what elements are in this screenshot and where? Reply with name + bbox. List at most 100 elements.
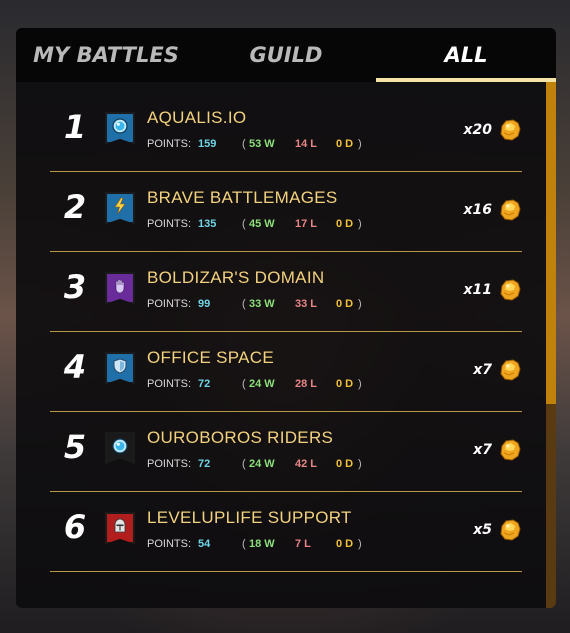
close-paren: ) bbox=[358, 538, 362, 550]
close-paren: ) bbox=[358, 298, 362, 310]
guild-row[interactable]: 4 OFFICE SPACE POINTS: 72 ( 24 W 28 L 0 … bbox=[50, 332, 522, 412]
points-label: POINTS: bbox=[147, 298, 192, 310]
guild-row[interactable]: 3 BOLDIZAR'S DOMAIN POINTS: 99 ( 33 W 33… bbox=[50, 252, 522, 332]
lightning-icon bbox=[113, 197, 127, 214]
points-label: POINTS: bbox=[147, 538, 192, 550]
reward-multiplier: x7 bbox=[473, 442, 492, 458]
wins-count: 45 W bbox=[249, 218, 275, 230]
guild-row[interactable]: 5 OUROBOROS RIDERS POINTS: 72 ( 24 W 42 … bbox=[50, 412, 522, 492]
draws-count: 0 D bbox=[336, 218, 354, 230]
guild-banner bbox=[105, 512, 135, 544]
rank-number: 1 bbox=[63, 108, 87, 146]
open-paren: ( bbox=[242, 218, 246, 230]
scroll-thumb[interactable] bbox=[546, 82, 556, 404]
losses-count: 28 L bbox=[295, 378, 318, 390]
guild-stats: POINTS: 159 ( 53 W 14 L 0 D ) bbox=[147, 138, 407, 154]
wins-count: 18 W bbox=[249, 538, 275, 550]
gold-nugget-icon bbox=[498, 518, 522, 542]
guild-banner bbox=[105, 112, 135, 144]
open-paren: ( bbox=[242, 138, 246, 150]
shield-icon bbox=[112, 358, 128, 374]
scrollbar[interactable] bbox=[546, 82, 556, 608]
points-label: POINTS: bbox=[147, 458, 192, 470]
gold-nugget-icon bbox=[498, 358, 522, 382]
guild-stats: POINTS: 99 ( 33 W 33 L 0 D ) bbox=[147, 298, 407, 314]
guild-name[interactable]: AQUALIS.IO bbox=[147, 108, 246, 128]
guild-stats: POINTS: 72 ( 24 W 42 L 0 D ) bbox=[147, 458, 407, 474]
draws-count: 0 D bbox=[336, 298, 354, 310]
rank-number: 6 bbox=[63, 508, 87, 546]
guild-banner bbox=[105, 192, 135, 224]
points-value: 135 bbox=[198, 218, 217, 230]
points-value: 72 bbox=[198, 378, 211, 390]
guild-name[interactable]: BOLDIZAR'S DOMAIN bbox=[147, 268, 324, 288]
wins-count: 24 W bbox=[249, 378, 275, 390]
losses-count: 17 L bbox=[295, 218, 318, 230]
tab-my-battles[interactable]: MY BATTLES bbox=[16, 28, 196, 82]
draws-count: 0 D bbox=[336, 138, 354, 150]
gold-nugget-icon bbox=[498, 438, 522, 462]
rank-number: 5 bbox=[63, 428, 87, 466]
gold-nugget-icon bbox=[498, 198, 522, 222]
open-paren: ( bbox=[242, 538, 246, 550]
open-paren: ( bbox=[242, 298, 246, 310]
guild-name[interactable]: BRAVE BATTLEMAGES bbox=[147, 188, 338, 208]
knight-helmet-icon bbox=[113, 518, 127, 534]
close-paren: ) bbox=[358, 458, 362, 470]
guild-leaderboard-list: 1 AQUALIS.IO POINTS: 159 ( 53 W 14 L 0 D… bbox=[16, 82, 556, 608]
rank-number: 2 bbox=[63, 188, 87, 226]
wins-count: 33 W bbox=[249, 298, 275, 310]
hand-icon bbox=[113, 278, 127, 294]
guild-name[interactable]: OFFICE SPACE bbox=[147, 348, 274, 368]
losses-count: 33 L bbox=[295, 298, 318, 310]
close-paren: ) bbox=[358, 218, 362, 230]
guild-banner bbox=[105, 432, 135, 464]
rank-number: 4 bbox=[63, 348, 87, 386]
points-label: POINTS: bbox=[147, 218, 192, 230]
row-divider bbox=[50, 571, 522, 572]
tab-all[interactable]: ALL bbox=[376, 28, 556, 82]
guild-name[interactable]: OUROBOROS RIDERS bbox=[147, 428, 333, 448]
wins-count: 53 W bbox=[249, 138, 275, 150]
guild-name[interactable]: LEVELUPLIFE SUPPORT bbox=[147, 508, 352, 528]
reward-multiplier: x16 bbox=[463, 202, 492, 218]
points-value: 159 bbox=[198, 138, 217, 150]
draws-count: 0 D bbox=[336, 538, 354, 550]
points-value: 99 bbox=[198, 298, 211, 310]
rank-number: 3 bbox=[63, 268, 87, 306]
guild-row[interactable]: 2 BRAVE BATTLEMAGES POINTS: 135 ( 45 W 1… bbox=[50, 172, 522, 252]
gold-nugget-icon bbox=[498, 278, 522, 302]
draws-count: 0 D bbox=[336, 378, 354, 390]
reward-multiplier: x5 bbox=[473, 522, 492, 538]
guild-stats: POINTS: 54 ( 18 W 7 L 0 D ) bbox=[147, 538, 407, 554]
orb-icon bbox=[112, 118, 128, 134]
reward-multiplier: x11 bbox=[463, 282, 492, 298]
points-label: POINTS: bbox=[147, 138, 192, 150]
close-paren: ) bbox=[358, 138, 362, 150]
reward-multiplier: x20 bbox=[463, 122, 492, 138]
points-value: 54 bbox=[198, 538, 211, 550]
guild-stats: POINTS: 135 ( 45 W 17 L 0 D ) bbox=[147, 218, 407, 234]
guild-banner bbox=[105, 272, 135, 304]
leaderboard-panel: MY BATTLES GUILD ALL 1 AQUALIS.IO POINTS… bbox=[16, 28, 556, 608]
tab-bar: MY BATTLES GUILD ALL bbox=[16, 28, 556, 82]
guild-row[interactable]: 1 AQUALIS.IO POINTS: 159 ( 53 W 14 L 0 D… bbox=[50, 92, 522, 172]
losses-count: 14 L bbox=[295, 138, 318, 150]
draws-count: 0 D bbox=[336, 458, 354, 470]
gold-nugget-icon bbox=[498, 118, 522, 142]
close-paren: ) bbox=[358, 378, 362, 390]
orb-icon bbox=[112, 438, 128, 454]
open-paren: ( bbox=[242, 458, 246, 470]
tab-guild[interactable]: GUILD bbox=[196, 28, 376, 82]
open-paren: ( bbox=[242, 378, 246, 390]
wins-count: 24 W bbox=[249, 458, 275, 470]
losses-count: 42 L bbox=[295, 458, 318, 470]
guild-banner bbox=[105, 352, 135, 384]
guild-stats: POINTS: 72 ( 24 W 28 L 0 D ) bbox=[147, 378, 407, 394]
points-label: POINTS: bbox=[147, 378, 192, 390]
guild-row[interactable]: 6 LEVELUPLIFE SUPPORT POINTS: 54 ( 18 W … bbox=[50, 492, 522, 572]
app-root: { "tabs": [ {"label": "MY BATTLES"}, {"l… bbox=[0, 0, 570, 633]
losses-count: 7 L bbox=[295, 538, 311, 550]
points-value: 72 bbox=[198, 458, 211, 470]
reward-multiplier: x7 bbox=[473, 362, 492, 378]
